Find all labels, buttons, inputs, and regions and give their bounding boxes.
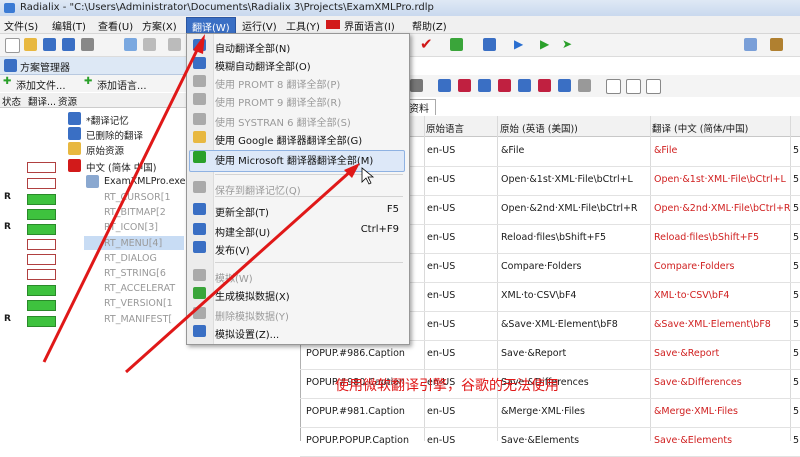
mouse-cursor-icon — [361, 167, 375, 185]
arrow-line-1 — [42, 43, 202, 363]
arrow-head-1 — [193, 34, 205, 54]
annotation-text: 使用微软翻译引擎，谷歌的无法使用 — [335, 378, 559, 394]
arrow-line-2 — [125, 168, 353, 374]
